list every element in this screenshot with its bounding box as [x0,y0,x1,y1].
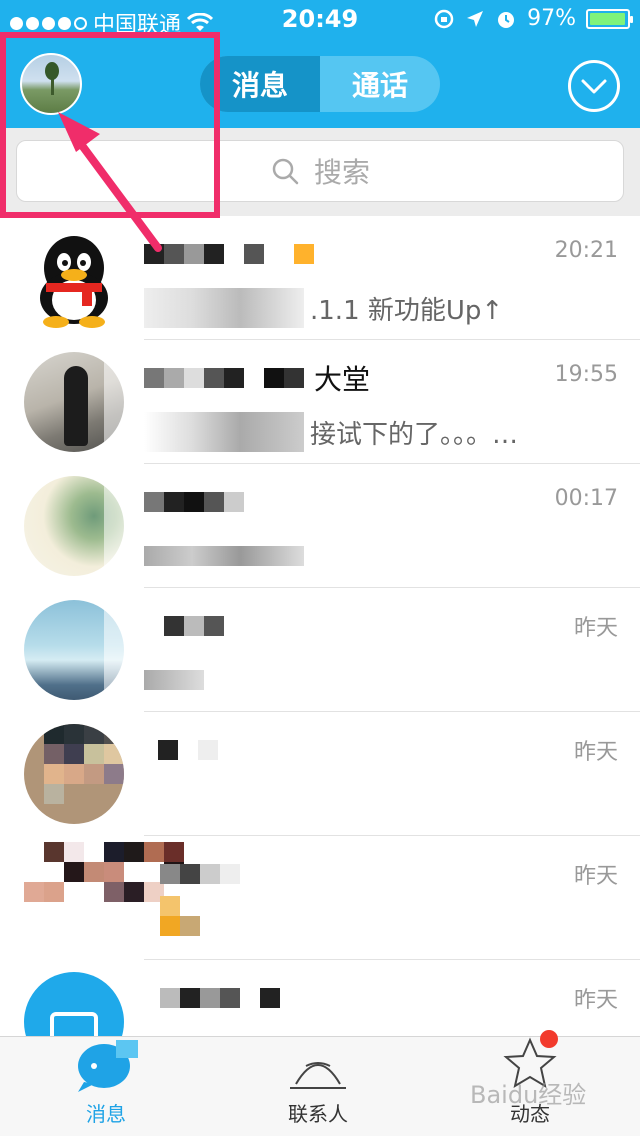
tab-bar-contacts[interactable]: 联系人 [248,1037,388,1136]
conversation-title [160,978,280,1018]
conversation-title: 大堂 [144,358,370,398]
conversation-time: 昨天 [573,740,618,765]
annotation-highlight-box [0,32,220,218]
conversation-time: 昨天 [573,616,618,641]
message-bubble-icon [76,1036,138,1092]
location-icon [467,10,484,27]
conversation-title [144,482,244,522]
conversation-list: .1.1 新功能Up↑ 20:21 大堂 接试下的了。。。… 19:55 00:… [0,216,640,1036]
tab-calls[interactable]: 通话 [320,56,440,112]
conversation-time: 00:17 [554,486,618,511]
conversation-preview: .1.1 新功能Up↑ [144,288,503,328]
conversation-preview: 接试下的了。。。… [144,412,518,452]
tab-bar-messages[interactable]: 消息 [36,1037,176,1136]
more-menu-button[interactable] [568,60,620,112]
conversation-preview [144,660,204,700]
contact-avatar [24,842,184,948]
qq-penguin-avatar [24,228,124,328]
contact-avatar [24,972,124,1036]
list-item[interactable]: 昨天 [0,588,640,712]
conversation-time: 昨天 [573,864,618,889]
search-icon [272,158,299,185]
header-tabs: 消息 通话 [200,56,440,112]
conversation-title [158,730,218,770]
list-item[interactable]: 昨天 [0,960,640,1036]
conversation-preview [160,896,200,936]
chevron-down-icon [581,79,607,94]
contacts-icon [288,1036,348,1092]
watermark: Baidu经验 [470,1081,587,1109]
rotation-lock-icon [434,9,454,28]
list-item[interactable]: 大堂 接试下的了。。。… 19:55 [0,340,640,464]
contact-avatar [24,724,124,824]
conversation-time: 昨天 [573,988,618,1013]
alarm-icon [498,11,515,28]
battery-icon [586,8,633,29]
battery-percent: 97% [527,6,576,31]
list-item[interactable]: .1.1 新功能Up↑ 20:21 [0,216,640,340]
list-item[interactable]: 昨天 [0,836,640,960]
conversation-time: 20:21 [554,238,618,263]
list-item[interactable]: 昨天 [0,712,640,836]
conversation-title [144,606,224,646]
conversation-title [144,234,314,274]
conversation-preview [144,536,304,576]
conversation-title [160,854,240,894]
search-placeholder: 搜索 [313,156,370,189]
conversation-time: 19:55 [554,362,618,387]
notification-badge [540,1030,558,1048]
list-item[interactable]: 00:17 [0,464,640,588]
